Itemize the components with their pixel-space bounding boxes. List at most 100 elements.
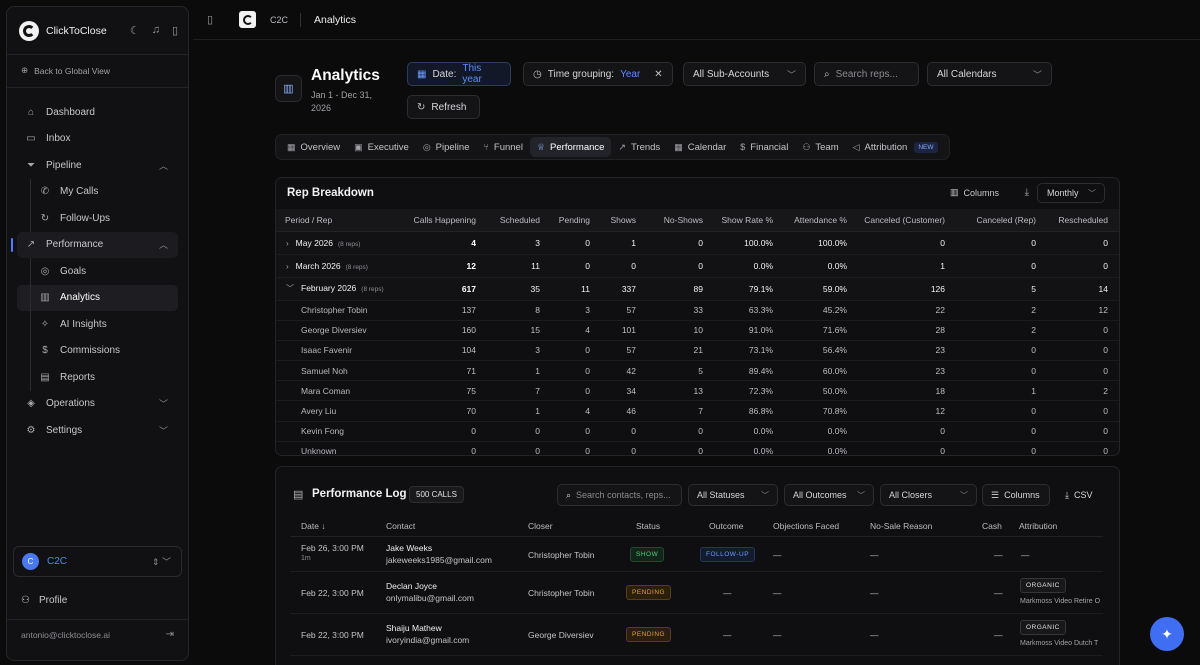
inbox-icon: ▭ (26, 133, 36, 145)
date-value: This year (462, 63, 482, 85)
tab-pipeline[interactable]: ◎ Pipeline (416, 137, 477, 157)
chevron-updown-icon: ⇕ ﹀ (151, 557, 171, 567)
target-icon: ◎ (40, 265, 50, 277)
time-grouping-filter[interactable]: ◷ Time grouping: Year ✕ (523, 62, 673, 86)
row-label-cell: Unknown (276, 441, 400, 455)
sidebar-toggle-icon[interactable]: ▯ (172, 24, 178, 37)
table-cell: 42 (596, 360, 642, 382)
table-row[interactable]: Feb 22, 3:00 PM Declan Joyce onlymalibu@gm… (290, 572, 1103, 614)
header-date[interactable]: Date ↓ (301, 521, 326, 531)
breadcrumb-workspace[interactable]: C2C (270, 15, 288, 25)
chevron-right-icon[interactable]: › (286, 239, 289, 248)
sidebar-item-goals[interactable]: ◎ Goals (17, 258, 178, 285)
column-header[interactable]: Canceled (Rep) (951, 209, 1042, 232)
status-badge: PENDING (626, 585, 672, 600)
table-cell: 0 (951, 360, 1042, 382)
tab-team[interactable]: ⚇ Team (795, 137, 845, 157)
sidebar-item-settings[interactable]: ⚙ Settings ﹀ (17, 417, 178, 444)
status-select[interactable]: All Statuses ﹀ (688, 484, 778, 506)
table-cell: 0 (596, 441, 642, 455)
outcome-select[interactable]: All Outcomes ﹀ (784, 484, 874, 506)
column-header[interactable]: Show Rate % (709, 209, 779, 232)
table-cell: 0 (642, 231, 709, 255)
phone-icon: ✆ (40, 186, 50, 198)
log-search-input[interactable]: ⌕ Search contacts, reps... (557, 484, 682, 506)
column-header[interactable]: Calls Happening (400, 209, 482, 232)
moon-icon[interactable]: ☾ (130, 24, 140, 37)
refresh-button[interactable]: ↻ Refresh (407, 95, 480, 119)
download-icon[interactable]: ⤓ (1025, 187, 1029, 198)
tab-attribution[interactable]: ◁ Attribution NEW (846, 137, 945, 157)
tab-funnel[interactable]: ⑂ Funnel (476, 137, 529, 157)
column-header[interactable]: Pending (546, 209, 596, 232)
calendars-select[interactable]: All Calendars ﹀ (927, 62, 1052, 86)
table-cell: 3 (482, 340, 546, 362)
tab-label: Calendar (687, 141, 727, 153)
column-header[interactable]: Shows (596, 209, 642, 232)
sidebar-item-analytics[interactable]: ▥ Analytics (17, 284, 178, 311)
period-label: March 2026 (295, 260, 341, 271)
column-header[interactable]: Sales (1114, 209, 1119, 232)
back-to-global-link[interactable]: ⊕ Back to Global View (21, 65, 110, 76)
sidebar-item-commissions[interactable]: $ Commissions (17, 337, 178, 365)
bell-icon[interactable]: ♫ (152, 24, 160, 37)
brand[interactable]: ClickToClose (19, 21, 107, 41)
tab-executive[interactable]: ▣ Executive (347, 137, 416, 157)
contact-name[interactable]: Shaiju Mathew (386, 623, 442, 633)
sidebar-item-ai-insights[interactable]: ✧ AI Insights (17, 311, 178, 338)
sidebar-item-performance[interactable]: ↗ Performance ︿ (11, 231, 178, 258)
column-header[interactable]: Period / Rep (276, 209, 400, 232)
profile-link[interactable]: ⚇ Profile (21, 595, 67, 606)
contact-name[interactable]: Declan Joyce (386, 581, 437, 591)
grouping-select[interactable]: Monthly ﹀ (1037, 183, 1105, 203)
attribution-value: — (1021, 550, 1030, 560)
columns-button[interactable]: ▥ Columns (950, 187, 999, 198)
sidebar: ClickToClose ☾ ♫ ▯ ⊕ Back to Global View… (6, 6, 189, 661)
table-cell: 7 (482, 380, 546, 402)
document-icon: ▤ (293, 489, 304, 501)
table-cell: 46 (596, 400, 642, 422)
csv-export-button[interactable]: ⤓ CSV (1056, 484, 1106, 506)
column-header[interactable]: Scheduled (482, 209, 546, 232)
panel-toggle-icon[interactable]: ▯ (207, 13, 213, 26)
column-header[interactable]: Canceled (Customer) (853, 209, 951, 232)
close-icon[interactable]: ✕ (654, 69, 662, 80)
sidebar-item-dashboard[interactable]: ⌂ Dashboard (17, 99, 178, 126)
refresh-label: Refresh (431, 101, 467, 113)
sidebar-item-operations[interactable]: ◈ Operations ﹀ (17, 391, 178, 418)
search-icon: ⌕ (824, 68, 830, 80)
table-row[interactable]: Feb 26, 3:00 PM 1m Jake Weeks jakeweeks1985… (290, 538, 1103, 572)
column-header[interactable]: Rescheduled (1042, 209, 1114, 232)
sidebar-item-inbox[interactable]: ▭ Inbox (17, 126, 178, 153)
chevron-down-icon[interactable]: ﹀ (286, 284, 294, 293)
period-group-row[interactable]: ›March 2026(8 reps)12110000.0%0.0%1000 (276, 254, 1119, 278)
table-cell: 0 (853, 231, 951, 255)
sidebar-item-follow-ups[interactable]: ↻ Follow-Ups (17, 205, 178, 232)
column-header[interactable]: No-Shows (642, 209, 709, 232)
tab-financial[interactable]: $ Financial (733, 137, 795, 157)
sidebar-item-my-calls[interactable]: ✆ My Calls (17, 178, 178, 206)
contact-name[interactable]: Jake Weeks (386, 543, 432, 553)
attribution-source: Markmoss Video Dutch T (1020, 640, 1099, 647)
tab-trends[interactable]: ↗ Trends (611, 137, 667, 157)
account-switcher[interactable]: C C2C ⇕ ﹀ (13, 546, 182, 577)
closer-select[interactable]: All Closers ﹀ (880, 484, 977, 506)
ai-assistant-button[interactable]: ✦ (1150, 617, 1184, 651)
column-header[interactable]: Attendance % (779, 209, 853, 232)
search-reps-input[interactable]: ⌕ Search reps... (814, 62, 919, 86)
date-filter[interactable]: ▦ Date: This year (407, 62, 511, 86)
logout-icon[interactable]: ⇥ (166, 629, 174, 640)
period-group-row[interactable]: ›May 2026(8 reps)43010100.0%100.0%0000 (276, 231, 1119, 255)
log-columns-button[interactable]: ☰ Columns (982, 484, 1050, 506)
tab-calendar[interactable]: ▦ Calendar (667, 137, 733, 157)
sidebar-item-pipeline[interactable]: ⏷ Pipeline ︿ (17, 152, 178, 179)
subaccounts-select[interactable]: All Sub-Accounts ﹀ (683, 62, 806, 86)
table-row[interactable]: Feb 22, 3:00 PM Shaiju Mathew ivoryindia@g… (290, 614, 1103, 656)
chevron-right-icon[interactable]: › (286, 262, 289, 271)
sidebar-item-reports[interactable]: ▤ Reports (17, 364, 178, 391)
table-cell: 0 (951, 231, 1042, 255)
period-group-row[interactable]: ﹀ February 2026 (8 reps) 617 35 11 337 89 79.1% 5… (276, 277, 1119, 301)
table-cell: 0 (853, 441, 951, 455)
tab-performance[interactable]: ♕ Performance (529, 137, 612, 157)
tab-overview[interactable]: ▦ Overview (280, 137, 347, 157)
